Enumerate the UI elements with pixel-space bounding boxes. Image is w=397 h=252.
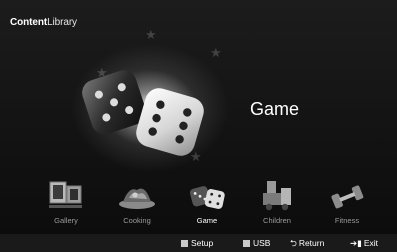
- usb-label: USB: [253, 238, 271, 248]
- exit-label: Exit: [363, 238, 378, 248]
- gallery-icon: [49, 181, 82, 208]
- menu-item-game[interactable]: Game: [174, 175, 240, 233]
- menu-label: Game: [196, 216, 218, 225]
- return-button[interactable]: ⮌ Return: [290, 238, 324, 248]
- exit-icon: ➔▮: [350, 238, 362, 248]
- menu-label: Fitness: [334, 216, 360, 225]
- screen-title: ContentLibrary: [10, 17, 77, 28]
- title-bold: Content: [10, 17, 48, 28]
- yellow-button-icon: [243, 239, 250, 247]
- return-label: Return: [298, 238, 325, 248]
- menu-label: Gallery: [54, 216, 78, 225]
- title-light: Library: [47, 17, 77, 28]
- blue-button-icon: [181, 239, 188, 247]
- menu-item-fitness[interactable]: Fitness: [314, 175, 380, 233]
- usb-button[interactable]: USB: [243, 238, 270, 248]
- exit-button[interactable]: ➔▮ Exit: [350, 238, 378, 248]
- category-menu: Gallery Cooking Game Children Fitness: [0, 175, 397, 233]
- return-icon: ⮌: [290, 238, 297, 248]
- menu-item-children[interactable]: Children: [244, 175, 310, 233]
- setup-button[interactable]: Setup: [181, 238, 213, 248]
- menu-label: Children: [263, 216, 291, 225]
- menu-label: Cooking: [123, 216, 151, 225]
- setup-label: Setup: [191, 238, 214, 248]
- menu-item-cooking[interactable]: Cooking: [104, 175, 170, 233]
- hero-title: Game: [250, 99, 300, 119]
- menu-item-gallery[interactable]: Gallery: [33, 175, 99, 233]
- dice-icon: [189, 186, 225, 209]
- content-library-screen: ContentLibrary ★ ★ ★ ★ Game Gallery Cook…: [0, 0, 397, 252]
- children-icon: [263, 181, 291, 211]
- dumbbell-icon: [331, 185, 364, 209]
- dice-icon: [82, 70, 204, 156]
- footer-bar: Setup USB ⮌ Return ➔▮ Exit: [0, 234, 397, 252]
- cooking-icon: [119, 188, 155, 209]
